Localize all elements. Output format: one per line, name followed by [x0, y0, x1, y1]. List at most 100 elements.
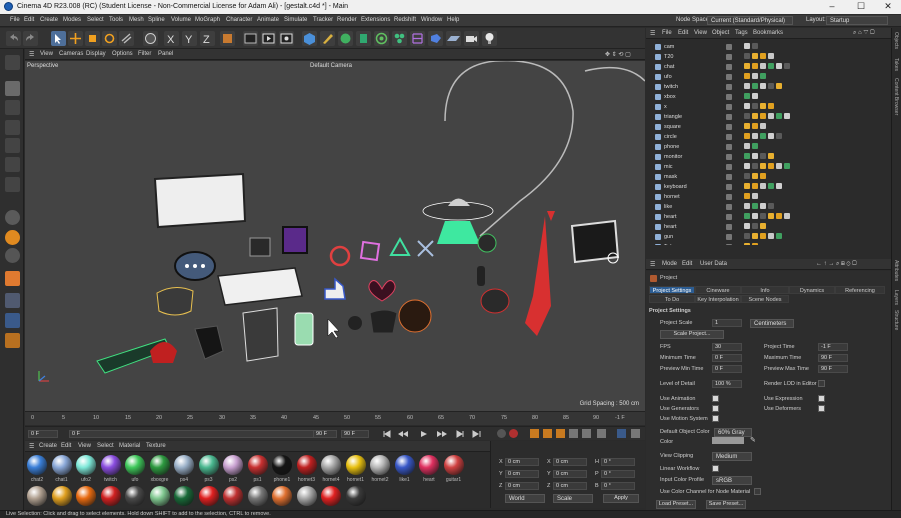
material-tag-icon[interactable]	[744, 153, 750, 159]
sculpt-icon[interactable]	[5, 248, 20, 263]
object-name[interactable]: circle	[664, 134, 677, 140]
material-swatch[interactable]	[247, 486, 268, 506]
menu-redshift[interactable]: Redshift	[394, 17, 416, 23]
material-tag-icon[interactable]	[752, 43, 758, 49]
tab-key-interpolation[interactable]: Key Interpolation	[695, 295, 741, 303]
undo-icon[interactable]	[6, 31, 21, 46]
object-name[interactable]: xbox	[664, 94, 676, 100]
use-color-channel-checkbox[interactable]	[754, 488, 761, 495]
points-mode-icon[interactable]	[5, 120, 20, 135]
material-swatch[interactable]	[198, 455, 219, 475]
workplane-icon[interactable]	[5, 271, 20, 286]
menu-tools[interactable]: Tools	[109, 17, 123, 23]
end-frame-field[interactable]: 90 F	[313, 430, 337, 438]
render-lod-checkbox[interactable]	[818, 380, 825, 387]
material-tag-icon[interactable]	[776, 213, 782, 219]
snap-icon[interactable]	[5, 210, 20, 225]
material-tag-icon[interactable]	[752, 93, 758, 99]
material-swatch[interactable]	[394, 455, 415, 475]
object-row[interactable]: phone	[646, 142, 891, 152]
material-swatch[interactable]	[51, 486, 72, 506]
visibility-toggle-icon[interactable]	[726, 224, 732, 230]
z-axis-icon[interactable]: Z	[200, 31, 215, 46]
material-tag-icon[interactable]	[776, 233, 782, 239]
viewport-nav-icons[interactable]: ✥ ⇕ ⟲ ▢	[605, 51, 631, 58]
coord-size-mode-select[interactable]: Scale	[553, 494, 593, 503]
material-tag-icon[interactable]	[776, 183, 782, 189]
material-tag-icon[interactable]	[768, 213, 774, 219]
object-name[interactable]: Tube	[664, 244, 676, 245]
render-to-picture-viewer-icon[interactable]	[261, 31, 276, 46]
material-swatch[interactable]	[321, 486, 341, 506]
obj-menu-view[interactable]: View	[694, 30, 707, 36]
tab-to-do[interactable]: To Do	[649, 295, 695, 303]
keyframe-grid-icon[interactable]	[597, 429, 606, 438]
material-tag-icon[interactable]	[760, 233, 766, 239]
use-motion-system-checkbox[interactable]	[712, 415, 719, 422]
material-tag-icon[interactable]	[768, 113, 774, 119]
visibility-toggle-icon[interactable]	[726, 124, 732, 130]
mat-menu-view[interactable]: View	[78, 443, 91, 449]
sidetab-attributes[interactable]: Attributes	[893, 260, 899, 281]
object-name[interactable]: mic	[664, 164, 673, 170]
sidetab-takes[interactable]: Takes	[893, 58, 899, 71]
material-tag-icon[interactable]	[744, 163, 750, 169]
material-tag-icon[interactable]	[744, 113, 750, 119]
visibility-toggle-icon[interactable]	[726, 154, 732, 160]
material-tag-icon[interactable]	[760, 173, 766, 179]
make-editable-icon[interactable]	[5, 55, 20, 70]
use-generators-checkbox[interactable]	[712, 405, 719, 412]
attr-nav-icons[interactable]: ← ↑ → ⌕ ⊞ ⊙ ▢	[816, 261, 857, 268]
material-tag-icon[interactable]	[744, 103, 750, 109]
playback-buttons[interactable]	[381, 429, 491, 439]
material-swatch[interactable]	[100, 486, 121, 506]
object-row[interactable]: circle	[646, 132, 891, 142]
scale-project-button[interactable]: Scale Project...	[660, 330, 724, 339]
material-tag-icon[interactable]	[784, 113, 790, 119]
visibility-toggle-icon[interactable]	[726, 214, 732, 220]
key-position-icon[interactable]	[530, 429, 539, 438]
vp-menu-cameras[interactable]: Cameras	[59, 51, 83, 57]
material-tag-icon[interactable]	[768, 203, 774, 209]
material-tag-icon[interactable]	[768, 103, 774, 109]
viewport-options-icon[interactable]: ☰	[29, 51, 34, 58]
start-frame-field[interactable]: 0 F	[28, 430, 58, 438]
material-swatch[interactable]	[443, 455, 464, 475]
material-tag-icon[interactable]	[760, 103, 766, 109]
use-expression-checkbox[interactable]	[818, 395, 825, 402]
material-tag-icon[interactable]	[760, 123, 766, 129]
object-name[interactable]: heart	[664, 224, 677, 230]
key-rotation-icon[interactable]	[556, 429, 565, 438]
menu-tracker[interactable]: Tracker	[313, 17, 333, 23]
object-name[interactable]: phone	[664, 144, 679, 150]
tab-cineware[interactable]: Cineware	[695, 286, 741, 294]
obj-menu-bookmarks[interactable]: Bookmarks	[753, 30, 783, 36]
use-deformers-checkbox[interactable]	[818, 405, 825, 412]
material-tag-icon[interactable]	[752, 53, 758, 59]
material-tag-icon[interactable]	[760, 163, 766, 169]
material-swatch[interactable]	[345, 486, 366, 506]
mat-menu-select[interactable]: Select	[97, 443, 114, 449]
project-scale-unit-select[interactable]: Centimeters	[750, 319, 794, 328]
attr-options-icon[interactable]: ☰	[650, 261, 655, 268]
material-swatch[interactable]	[296, 486, 317, 506]
material-swatch[interactable]	[198, 486, 219, 506]
layout-select[interactable]: Startup	[826, 16, 888, 25]
object-row[interactable]: gun	[646, 232, 891, 242]
material-tag-icon[interactable]	[768, 63, 774, 69]
material-tag-icon[interactable]	[760, 203, 766, 209]
material-tag-icon[interactable]	[776, 133, 782, 139]
timeline-menu-icon[interactable]	[631, 429, 640, 438]
linear-workflow-checkbox[interactable]	[712, 465, 719, 472]
attr-menu-mode[interactable]: Mode	[662, 261, 677, 267]
visibility-toggle-icon[interactable]	[726, 204, 732, 210]
menu-extensions[interactable]: Extensions	[361, 17, 390, 23]
rotate-icon[interactable]	[102, 31, 117, 46]
use-animation-checkbox[interactable]	[712, 395, 719, 402]
key-pla-icon[interactable]	[582, 429, 591, 438]
menu-character[interactable]: Character	[226, 17, 252, 23]
material-tag-icon[interactable]	[744, 213, 750, 219]
material-tag-icon[interactable]	[760, 223, 766, 229]
cube-icon[interactable]	[302, 31, 317, 46]
material-tag-icon[interactable]	[744, 73, 750, 79]
